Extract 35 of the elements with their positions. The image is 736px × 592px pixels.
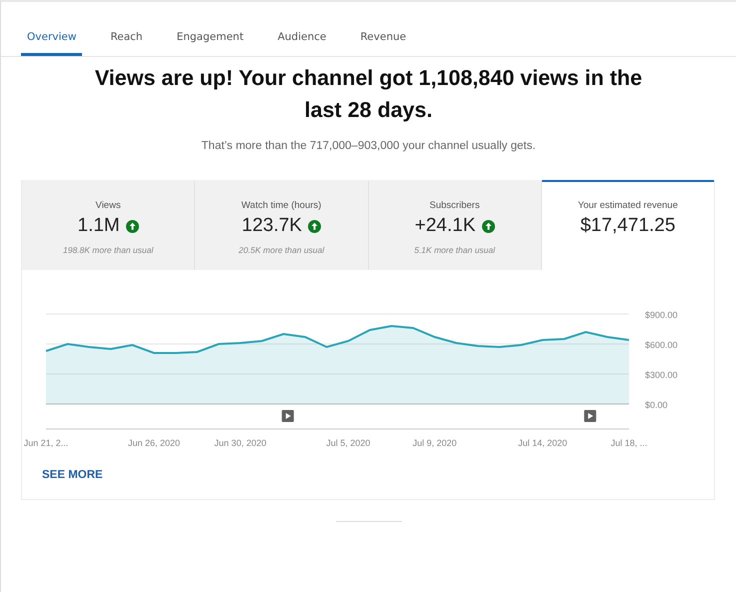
play-marker-icon[interactable] xyxy=(282,410,294,422)
x-tick-label: Jul 5, 2020 xyxy=(326,438,370,448)
tab[interactable]: Reach xyxy=(104,24,149,56)
metric-value: 123.7K xyxy=(242,215,302,237)
y-tick-label: $300.00 xyxy=(645,370,678,380)
metric-value: +24.1K xyxy=(414,215,476,237)
metric-tab[interactable]: Watch time (hours) 123.7K 20.5K more than usual xyxy=(195,180,368,270)
subtext: That’s more than the 717,000–903,000 your channel usually gets. xyxy=(200,140,537,152)
metric-note: 5.1K more than usual xyxy=(414,245,496,255)
tab[interactable]: Audience xyxy=(272,24,332,56)
headline: Views are up! Your channel got 1,108,840 views in the last 28 days. xyxy=(94,65,644,124)
x-tick-label: Jul 9, 2020 xyxy=(412,438,457,448)
see-more-link[interactable]: SEE MORE xyxy=(42,469,103,481)
metric-tab[interactable]: Views 1.1M 198.8K more than usual xyxy=(22,180,196,270)
tab[interactable]: Revenue xyxy=(354,24,412,56)
metric-label: Your estimated revenue xyxy=(578,200,678,211)
y-tick-label: $600.00 xyxy=(645,340,678,350)
x-tick-label: Jul 14, 2020 xyxy=(518,438,568,448)
metric-note: 20.5K more than usual xyxy=(238,245,324,255)
x-tick-label: Jun 30, 2020 xyxy=(214,438,266,448)
metric-value: $17,471.25 xyxy=(580,215,676,237)
tab[interactable]: Overview xyxy=(21,24,82,56)
x-tick-label: Jun 26, 2020 xyxy=(128,438,180,448)
metric-label: Subscribers xyxy=(430,200,480,211)
y-tick-label: $900.00 xyxy=(645,310,678,320)
metric-note: 198.8K more than usual xyxy=(62,245,154,255)
tab[interactable]: Engagement xyxy=(170,24,250,56)
metric-label: Watch time (hours) xyxy=(241,200,322,211)
metric-tab[interactable]: Subscribers +24.1K 5.1K more than usual xyxy=(368,180,542,270)
x-tick-label: Jun 21, 2... xyxy=(24,438,68,448)
metric-value: 1.1M xyxy=(78,215,120,237)
metric-label: Views xyxy=(96,200,121,211)
play-marker-icon[interactable] xyxy=(584,410,596,422)
x-tick-label: Jul 18, ... xyxy=(610,438,648,448)
y-tick-label: $0.00 xyxy=(645,400,668,410)
